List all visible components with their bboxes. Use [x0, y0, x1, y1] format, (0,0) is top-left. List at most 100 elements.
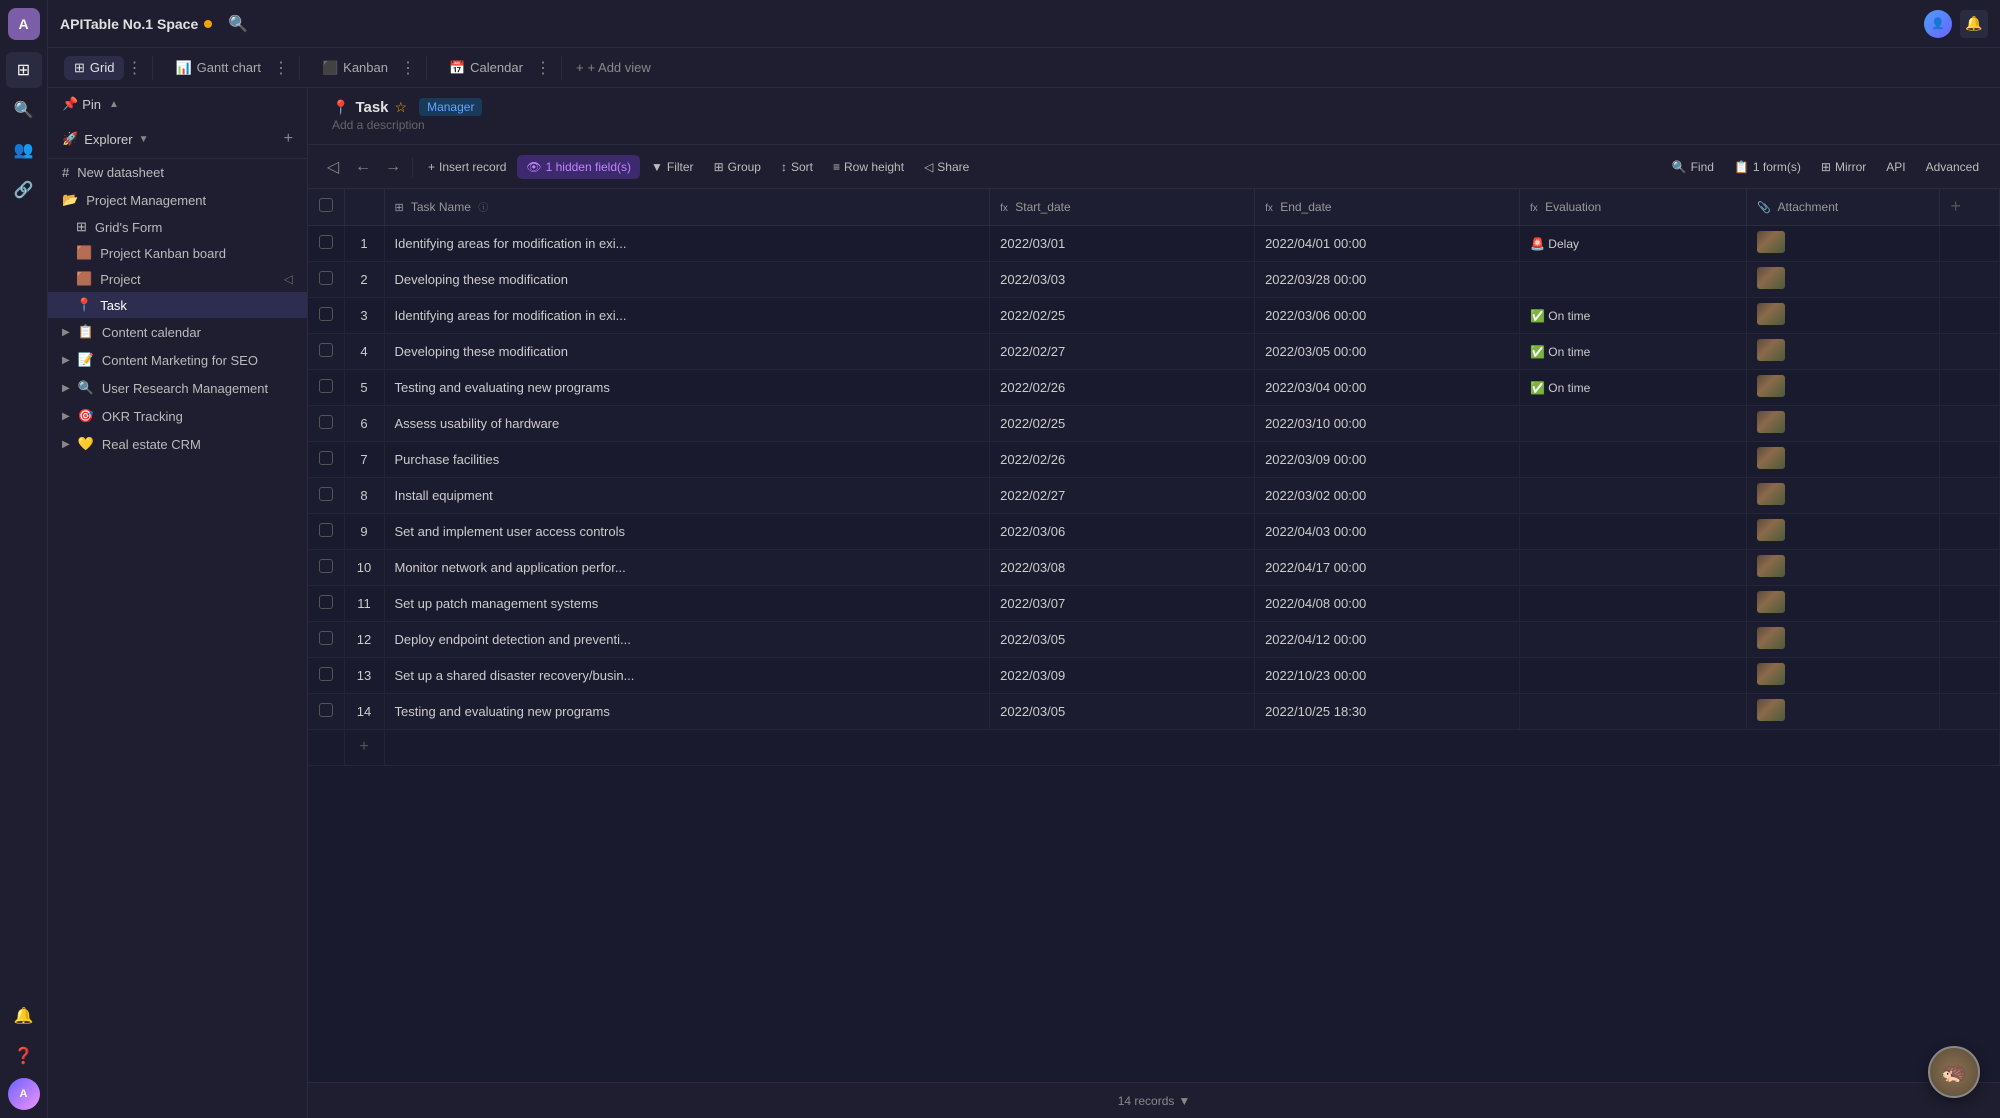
task-star[interactable]: ☆ [395, 99, 408, 116]
sort-button[interactable]: ↕ Sort [772, 155, 822, 179]
attachment-thumb[interactable] [1757, 519, 1785, 541]
row-height-button[interactable]: ≡ Row height [824, 155, 913, 179]
sidebar-item-project-kanban[interactable]: 🟫 Project Kanban board [48, 240, 307, 266]
row-attach-cell[interactable] [1747, 261, 1940, 297]
row-attach-cell[interactable] [1747, 549, 1940, 585]
grid-tab-options[interactable]: ⋮ [124, 58, 144, 78]
row-checkbox[interactable] [319, 235, 333, 249]
row-attach-cell[interactable] [1747, 441, 1940, 477]
add-row[interactable]: + [308, 729, 2000, 765]
row-checkbox[interactable] [319, 451, 333, 465]
table-row[interactable]: 4 Developing these modification 2022/02/… [308, 333, 2000, 369]
row-task-cell[interactable]: Developing these modification [384, 261, 990, 297]
row-end-cell[interactable]: 2022/03/06 00:00 [1255, 297, 1520, 333]
search-icon[interactable]: 🔍 [228, 14, 248, 34]
gantt-tab-options[interactable]: ⋮ [271, 58, 291, 78]
attachment-thumb[interactable] [1757, 627, 1785, 649]
attachment-thumb[interactable] [1757, 339, 1785, 361]
sidebar-item-grids-form[interactable]: ⊞ Grid's Form [48, 214, 307, 240]
add-view-button[interactable]: + + Add view [566, 56, 661, 79]
forms-button[interactable]: 📋 1 form(s) [1725, 155, 1810, 179]
row-checkbox-cell[interactable] [308, 513, 344, 549]
user-avatar[interactable]: A [8, 1078, 40, 1110]
sidebar-item-project-management[interactable]: 📂 Project Management [48, 186, 307, 214]
row-start-cell[interactable]: 2022/03/09 [990, 657, 1255, 693]
row-eval-cell[interactable] [1520, 405, 1747, 441]
row-start-cell[interactable]: 2022/03/03 [990, 261, 1255, 297]
row-attach-cell[interactable] [1747, 693, 1940, 729]
row-checkbox-cell[interactable] [308, 585, 344, 621]
attachment-thumb[interactable] [1757, 267, 1785, 289]
attachment-thumb[interactable] [1757, 447, 1785, 469]
row-start-cell[interactable]: 2022/03/07 [990, 585, 1255, 621]
row-end-cell[interactable]: 2022/04/03 00:00 [1255, 513, 1520, 549]
table-row[interactable]: 6 Assess usability of hardware 2022/02/2… [308, 405, 2000, 441]
user-avatar-top[interactable]: 👤 [1924, 10, 1952, 38]
row-attach-cell[interactable] [1747, 621, 1940, 657]
row-end-cell[interactable]: 2022/04/08 00:00 [1255, 585, 1520, 621]
row-eval-cell[interactable]: ✅ On time [1520, 369, 1747, 405]
row-start-cell[interactable]: 2022/03/08 [990, 549, 1255, 585]
attachment-thumb[interactable] [1757, 591, 1785, 613]
floating-help-avatar[interactable]: 🦔 [1928, 1046, 1980, 1098]
group-button[interactable]: ⊞ Group [705, 155, 770, 179]
attachment-thumb[interactable] [1757, 231, 1785, 253]
row-checkbox[interactable] [319, 559, 333, 573]
table-row[interactable]: 3 Identifying areas for modification in … [308, 297, 2000, 333]
row-end-cell[interactable]: 2022/10/23 00:00 [1255, 657, 1520, 693]
sidebar-item-task[interactable]: 📍 Task [48, 292, 307, 318]
advanced-button[interactable]: Advanced [1917, 155, 1988, 179]
row-end-cell[interactable]: 2022/03/05 00:00 [1255, 333, 1520, 369]
table-row[interactable]: 14 Testing and evaluating new programs 2… [308, 693, 2000, 729]
nav-notifications[interactable]: 🔔 [6, 998, 42, 1034]
app-logo[interactable]: A [8, 8, 40, 40]
row-start-cell[interactable]: 2022/02/27 [990, 333, 1255, 369]
th-add-column[interactable]: + [1940, 189, 2000, 225]
row-attach-cell[interactable] [1747, 405, 1940, 441]
attachment-thumb[interactable] [1757, 303, 1785, 325]
tab-gantt[interactable]: 📊 Gantt chart [165, 56, 271, 80]
row-checkbox-cell[interactable] [308, 693, 344, 729]
row-end-cell[interactable]: 2022/03/28 00:00 [1255, 261, 1520, 297]
insert-record-button[interactable]: + Insert record [419, 155, 515, 179]
nav-users[interactable]: 👥 [6, 132, 42, 168]
table-row[interactable]: 9 Set and implement user access controls… [308, 513, 2000, 549]
row-attach-cell[interactable] [1747, 225, 1940, 261]
kanban-tab-options[interactable]: ⋮ [398, 58, 418, 78]
row-eval-cell[interactable] [1520, 261, 1747, 297]
row-eval-cell[interactable] [1520, 441, 1747, 477]
row-checkbox-cell[interactable] [308, 333, 344, 369]
row-eval-cell[interactable]: ✅ On time [1520, 297, 1747, 333]
row-start-cell[interactable]: 2022/03/05 [990, 621, 1255, 657]
sidebar-item-user-research[interactable]: ▶ 🔍 User Research Management [48, 374, 307, 402]
row-checkbox-cell[interactable] [308, 225, 344, 261]
row-checkbox-cell[interactable] [308, 261, 344, 297]
row-checkbox[interactable] [319, 343, 333, 357]
add-row-icon[interactable]: + [344, 729, 384, 765]
table-row[interactable]: 2 Developing these modification 2022/03/… [308, 261, 2000, 297]
row-start-cell[interactable]: 2022/02/26 [990, 369, 1255, 405]
row-checkbox-cell[interactable] [308, 297, 344, 333]
row-checkbox-cell[interactable] [308, 477, 344, 513]
row-task-cell[interactable]: Testing and evaluating new programs [384, 369, 990, 405]
table-row[interactable]: 5 Testing and evaluating new programs 20… [308, 369, 2000, 405]
row-start-cell[interactable]: 2022/02/25 [990, 405, 1255, 441]
sidebar-item-project[interactable]: 🟫 Project ◁ [48, 266, 307, 292]
row-eval-cell[interactable] [1520, 513, 1747, 549]
row-eval-cell[interactable] [1520, 621, 1747, 657]
row-checkbox[interactable] [319, 523, 333, 537]
row-task-cell[interactable]: Set up a shared disaster recovery/busin.… [384, 657, 990, 693]
table-row[interactable]: 10 Monitor network and application perfo… [308, 549, 2000, 585]
table-row[interactable]: 8 Install equipment 2022/02/27 2022/03/0… [308, 477, 2000, 513]
sidebar-item-real-estate[interactable]: ▶ 💛 Real estate CRM [48, 430, 307, 458]
sidebar-item-content-marketing[interactable]: ▶ 📝 Content Marketing for SEO [48, 346, 307, 374]
row-end-cell[interactable]: 2022/03/09 00:00 [1255, 441, 1520, 477]
record-count-chevron[interactable]: ▼ [1178, 1094, 1190, 1108]
tab-grid[interactable]: ⊞ Grid [64, 56, 124, 80]
nav-integration[interactable]: 🔗 [6, 172, 42, 208]
row-end-cell[interactable]: 2022/03/10 00:00 [1255, 405, 1520, 441]
nav-home[interactable]: ⊞ [6, 52, 42, 88]
row-task-cell[interactable]: Assess usability of hardware [384, 405, 990, 441]
row-eval-cell[interactable] [1520, 477, 1747, 513]
row-start-cell[interactable]: 2022/02/25 [990, 297, 1255, 333]
